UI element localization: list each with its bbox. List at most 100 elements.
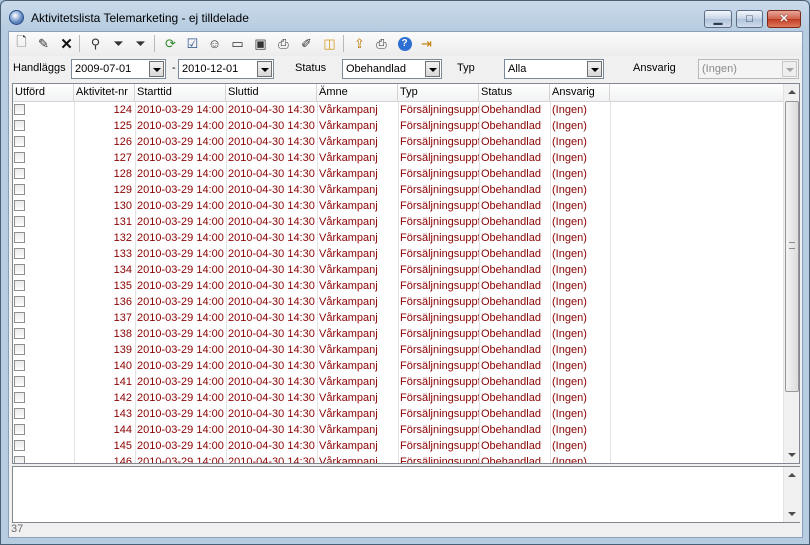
table-row[interactable]: 142 2010-03-29 14:00 2010-04-30 14:30 Vårka… — [13, 390, 783, 406]
utford-checkbox[interactable] — [14, 360, 25, 371]
export-button[interactable]: ⇪ — [351, 35, 368, 52]
table-row[interactable]: 138 2010-03-29 14:00 2010-04-30 14:30 Vårka… — [13, 326, 783, 342]
utford-checkbox[interactable] — [14, 136, 25, 147]
table-row[interactable]: 143 2010-03-29 14:00 2010-04-30 14:30 Vårka… — [13, 406, 783, 422]
search-button[interactable]: ⚲ — [87, 35, 104, 52]
utford-checkbox[interactable] — [14, 328, 25, 339]
delete-button[interactable]: ✕ — [58, 35, 75, 53]
utford-checkbox[interactable] — [14, 104, 25, 115]
new-document-button[interactable]: 🗋 — [13, 34, 30, 52]
table-row[interactable]: 145 2010-03-29 14:00 2010-04-30 14:30 Vårka… — [13, 438, 783, 454]
table-row[interactable]: 130 2010-03-29 14:00 2010-04-30 14:30 Vårka… — [13, 198, 783, 214]
folder-camera-button[interactable]: ◫ — [321, 35, 338, 52]
persons-button[interactable]: ☺ — [206, 35, 223, 52]
utford-checkbox[interactable] — [14, 456, 25, 463]
column-header-4[interactable]: Ämne — [317, 84, 398, 101]
preview-button[interactable]: ▣ — [252, 35, 269, 52]
table-row[interactable]: 146 2010-03-29 14:00 2010-04-30 14:30 Vårka… — [13, 454, 783, 464]
scroll-thumb[interactable] — [785, 101, 799, 392]
utford-checkbox[interactable] — [14, 376, 25, 387]
title-bar[interactable]: Aktivitetslista Telemarketing - ej tilld… — [1, 1, 809, 31]
notes-scroll-up-icon[interactable] — [788, 473, 796, 477]
column-header-0[interactable]: Utförd — [13, 84, 74, 101]
ansvarig-select: (Ingen) — [698, 59, 799, 79]
utford-checkbox[interactable] — [14, 312, 25, 323]
check-task-button[interactable]: ☑ — [184, 35, 201, 52]
card-button[interactable]: ▭ — [229, 35, 246, 52]
table-row[interactable]: 129 2010-03-29 14:00 2010-04-30 14:30 Vårka… — [13, 182, 783, 198]
table-cell: Vårkampanj — [319, 280, 378, 292]
utford-checkbox[interactable] — [14, 344, 25, 355]
utford-checkbox[interactable] — [14, 424, 25, 435]
clear-filter-button[interactable]: ⏷ — [132, 35, 149, 52]
maximize-button[interactable]: □ — [736, 10, 763, 28]
utford-checkbox[interactable] — [14, 280, 25, 291]
notes-scroll-down-icon[interactable] — [788, 512, 796, 516]
exit-button[interactable]: ⇥ — [418, 35, 435, 52]
table-cell: 2010-03-29 14:00 — [137, 456, 224, 464]
filter-button[interactable]: ⏷ — [110, 35, 127, 52]
table-row[interactable]: 126 2010-03-29 14:00 2010-04-30 14:30 Vårka… — [13, 134, 783, 150]
table-row[interactable]: 141 2010-03-29 14:00 2010-04-30 14:30 Vårka… — [13, 374, 783, 390]
table-row[interactable]: 137 2010-03-29 14:00 2010-04-30 14:30 Vårka… — [13, 310, 783, 326]
table-row[interactable]: 132 2010-03-29 14:00 2010-04-30 14:30 Vårka… — [13, 230, 783, 246]
status-select[interactable]: Obehandlad — [342, 59, 442, 79]
edit-document-button[interactable]: ✎ — [35, 35, 52, 52]
table-cell: (Ingen) — [552, 408, 587, 420]
column-header-1[interactable]: Aktivitet-nr — [74, 84, 135, 101]
column-header-2[interactable]: Starttid — [135, 84, 226, 101]
date-to-dropdown-icon[interactable] — [257, 61, 272, 77]
table-row[interactable]: 135 2010-03-29 14:00 2010-04-30 14:30 Vårka… — [13, 278, 783, 294]
utford-checkbox[interactable] — [14, 184, 25, 195]
table-row[interactable]: 127 2010-03-29 14:00 2010-04-30 14:30 Vårka… — [13, 150, 783, 166]
utford-checkbox[interactable] — [14, 216, 25, 227]
utford-checkbox[interactable] — [14, 152, 25, 163]
utford-checkbox[interactable] — [14, 200, 25, 211]
table-row[interactable]: 133 2010-03-29 14:00 2010-04-30 14:30 Vårka… — [13, 246, 783, 262]
column-header-6[interactable]: Status — [479, 84, 550, 101]
table-cell: 2010-03-29 14:00 — [137, 360, 224, 372]
table-row[interactable]: 124 2010-03-29 14:00 2010-04-30 14:30 Vårka… — [13, 102, 783, 118]
print-button[interactable]: ⎙ — [275, 35, 292, 52]
table-cell: (Ingen) — [552, 392, 587, 404]
help-button[interactable]: ? — [396, 35, 413, 52]
utford-checkbox[interactable] — [14, 120, 25, 131]
notes-scrollbar[interactable] — [783, 467, 800, 522]
utford-checkbox[interactable] — [14, 168, 25, 179]
utford-checkbox[interactable] — [14, 392, 25, 403]
utford-checkbox[interactable] — [14, 296, 25, 307]
utford-checkbox[interactable] — [14, 232, 25, 243]
refresh-button[interactable]: ⟳ — [162, 35, 179, 52]
utford-checkbox[interactable] — [14, 440, 25, 451]
date-to-picker[interactable]: 2010-12-01 — [178, 59, 274, 79]
column-header-5[interactable]: Typ — [398, 84, 479, 101]
typ-dropdown-icon[interactable] — [587, 61, 602, 77]
typ-select[interactable]: Alla — [504, 59, 604, 79]
printer-button[interactable]: ⎙ — [373, 35, 390, 52]
table-row[interactable]: 125 2010-03-29 14:00 2010-04-30 14:30 Vårka… — [13, 118, 783, 134]
column-header-7[interactable]: Ansvarig — [550, 84, 610, 101]
date-from-dropdown-icon[interactable] — [149, 61, 164, 77]
date-from-picker[interactable]: 2009-07-01 — [71, 59, 166, 79]
scroll-up-icon[interactable] — [788, 90, 796, 94]
edit-notes-button[interactable]: ✐ — [298, 35, 315, 52]
table-row[interactable]: 140 2010-03-29 14:00 2010-04-30 14:30 Vårka… — [13, 358, 783, 374]
scroll-down-icon[interactable] — [788, 453, 796, 457]
table-row[interactable]: 144 2010-03-29 14:00 2010-04-30 14:30 Vårka… — [13, 422, 783, 438]
utford-checkbox[interactable] — [14, 408, 25, 419]
column-header-3[interactable]: Sluttid — [226, 84, 317, 101]
minimize-button[interactable]: ▁ — [704, 10, 732, 28]
activity-table[interactable]: Utförd Aktivitet-nr Starttid Sluttid Ämne Typ… — [12, 83, 800, 464]
table-row[interactable]: 131 2010-03-29 14:00 2010-04-30 14:30 Vårka… — [13, 214, 783, 230]
table-row[interactable]: 139 2010-03-29 14:00 2010-04-30 14:30 Vårka… — [13, 342, 783, 358]
utford-checkbox[interactable] — [14, 248, 25, 259]
table-row[interactable]: 128 2010-03-29 14:00 2010-04-30 14:30 Vårka… — [13, 166, 783, 182]
notes-textarea[interactable] — [12, 466, 800, 523]
utford-checkbox[interactable] — [14, 264, 25, 275]
table-scrollbar[interactable] — [783, 84, 799, 463]
table-cell: (Ingen) — [552, 376, 587, 388]
table-row[interactable]: 136 2010-03-29 14:00 2010-04-30 14:30 Vårka… — [13, 294, 783, 310]
status-dropdown-icon[interactable] — [425, 61, 440, 77]
table-row[interactable]: 134 2010-03-29 14:00 2010-04-30 14:30 Vårka… — [13, 262, 783, 278]
close-button[interactable]: ✕ — [767, 10, 801, 28]
